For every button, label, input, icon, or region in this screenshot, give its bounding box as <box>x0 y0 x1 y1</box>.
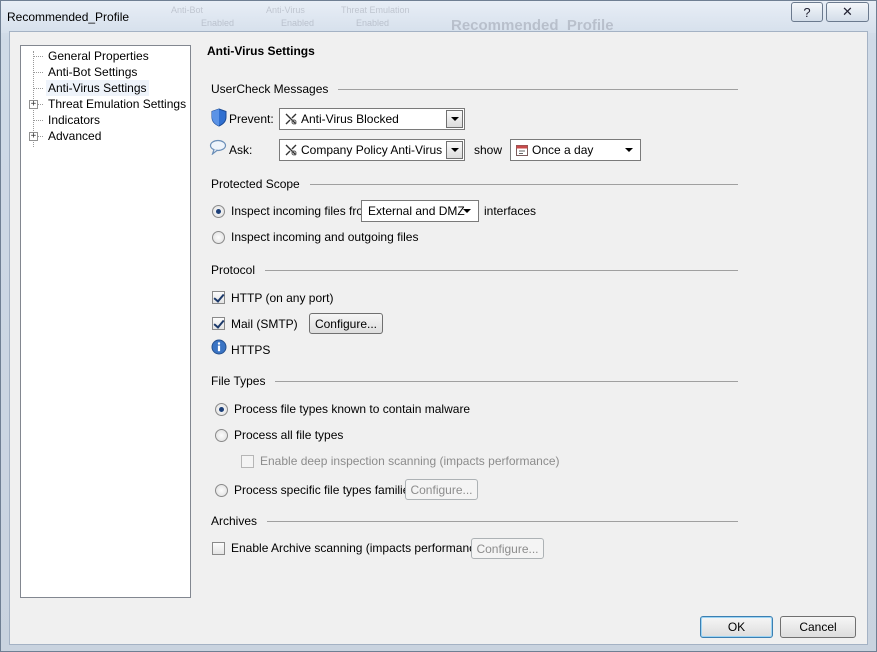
dialog-window: Anti-Bot Anti-Virus Threat Emulation Ena… <box>0 0 877 652</box>
deep-inspection-label[interactable]: Enable deep inspection scanning (impacts… <box>260 454 560 468</box>
tree-connector <box>33 72 43 73</box>
tree-item-label: Indicators <box>48 113 101 127</box>
frequency-value: Once a day <box>532 143 594 157</box>
mail-smtp-label[interactable]: Mail (SMTP) <box>231 317 298 331</box>
expand-icon[interactable]: + <box>29 132 38 141</box>
process-all-label[interactable]: Process all file types <box>234 428 343 442</box>
section-heading-usercheck: UserCheck Messages <box>211 82 339 96</box>
help-icon: ? <box>803 4 811 20</box>
tree-item-label: Advanced <box>48 129 102 143</box>
prevent-message-select[interactable]: Anti-Virus Blocked <box>279 108 465 130</box>
ask-label: Ask: <box>229 143 253 157</box>
window-title: Recommended_Profile <box>7 10 130 24</box>
section-divider <box>211 521 738 522</box>
tree-connector <box>33 56 43 57</box>
tree-item-anti-bot-settings[interactable]: Anti-Bot Settings <box>21 64 181 80</box>
section-heading-archives: Archives <box>211 514 268 528</box>
http-label[interactable]: HTTP (on any port) <box>231 291 333 305</box>
tree-item-label: Anti-Bot Settings <box>48 65 138 79</box>
file-types-configure-button[interactable]: Configure... <box>405 479 478 500</box>
tree-item-advanced[interactable]: + Advanced <box>21 128 181 144</box>
close-button[interactable]: ✕ <box>826 2 869 22</box>
interfaces-value: External and DMZ <box>368 204 465 218</box>
http-checkbox[interactable] <box>212 291 225 304</box>
usercheck-icon <box>285 144 297 156</box>
inspect-incoming-label[interactable]: Inspect incoming files from: <box>231 204 376 218</box>
expand-icon[interactable]: + <box>29 100 38 109</box>
prevent-label: Prevent: <box>229 112 274 126</box>
show-label: show <box>474 143 503 157</box>
speech-bubble-icon <box>209 139 227 155</box>
info-icon <box>211 339 227 355</box>
prevent-message-value: Anti-Virus Blocked <box>301 112 399 126</box>
ghost-column-te: Threat Emulation <box>341 5 410 15</box>
inspect-both-label[interactable]: Inspect incoming and outgoing files <box>231 230 418 244</box>
tree-item-label: General Properties <box>48 49 149 63</box>
panel-title: Anti-Virus Settings <box>207 44 315 58</box>
process-known-label[interactable]: Process file types known to contain malw… <box>234 402 470 416</box>
archive-scanning-label[interactable]: Enable Archive scanning (impacts perform… <box>231 541 486 555</box>
help-button[interactable]: ? <box>791 2 823 22</box>
tree-item-threat-emulation-settings[interactable]: + Threat Emulation Settings <box>21 96 189 112</box>
inspect-both-radio[interactable] <box>212 231 225 244</box>
ask-message-value: Company Policy Anti-Virus <box>301 143 443 157</box>
dialog-client-area: General Properties Anti-Bot Settings Ant… <box>9 31 868 645</box>
dropdown-arrow-icon <box>446 110 463 128</box>
process-specific-radio[interactable] <box>215 484 228 497</box>
process-specific-label[interactable]: Process specific file types families <box>234 483 415 497</box>
close-icon: ✕ <box>842 4 853 19</box>
settings-tree[interactable]: General Properties Anti-Bot Settings Ant… <box>20 45 191 598</box>
ghost-cell: Enabled <box>201 18 235 28</box>
dropdown-arrow-icon <box>622 142 636 158</box>
dropdown-arrow-icon <box>446 141 463 159</box>
background-window-ghost: Anti-Bot Anti-Virus Threat Emulation Ena… <box>171 3 781 34</box>
mail-configure-button[interactable]: Configure... <box>309 313 383 334</box>
usercheck-icon <box>285 113 297 125</box>
deep-inspection-checkbox[interactable] <box>241 455 254 468</box>
section-divider <box>211 381 738 382</box>
cancel-button[interactable]: Cancel <box>780 616 856 638</box>
ghost-cell: Enabled <box>281 18 315 28</box>
tree-item-indicators[interactable]: Indicators <box>21 112 181 128</box>
section-heading-file-types: File Types <box>211 374 276 388</box>
ghost-cell: Enabled <box>356 18 390 28</box>
ghost-column-antivirus: Anti-Virus <box>266 5 305 15</box>
frequency-select[interactable]: Once a day <box>510 139 641 161</box>
mail-smtp-checkbox[interactable] <box>212 317 225 330</box>
interfaces-select[interactable]: External and DMZ <box>361 200 479 222</box>
ask-message-select[interactable]: Company Policy Anti-Virus <box>279 139 465 161</box>
tree-connector <box>33 88 43 89</box>
shield-icon <box>211 108 227 127</box>
https-label: HTTPS <box>231 343 271 357</box>
tree-item-label: Anti-Virus Settings <box>46 80 149 96</box>
archives-configure-button[interactable]: Configure... <box>471 538 544 559</box>
section-heading-protocol: Protocol <box>211 263 266 277</box>
section-divider <box>211 270 738 271</box>
ghost-column-antibot: Anti-Bot <box>171 5 204 15</box>
tree-item-general-properties[interactable]: General Properties <box>21 48 181 64</box>
tree-item-anti-virus-settings[interactable]: Anti-Virus Settings <box>21 80 181 96</box>
section-heading-protected-scope: Protected Scope <box>211 177 310 191</box>
archive-scanning-checkbox[interactable] <box>212 542 225 555</box>
tree-item-label: Threat Emulation Settings <box>48 97 187 111</box>
dropdown-arrow-icon <box>460 203 474 219</box>
interfaces-suffix: interfaces <box>484 204 537 218</box>
inspect-incoming-radio[interactable] <box>212 205 225 218</box>
process-known-radio[interactable] <box>215 403 228 416</box>
process-all-radio[interactable] <box>215 429 228 442</box>
ok-button[interactable]: OK <box>700 616 773 638</box>
title-bar: Anti-Bot Anti-Virus Threat Emulation Ena… <box>1 1 876 34</box>
calendar-icon <box>516 145 528 156</box>
tree-connector <box>33 120 43 121</box>
